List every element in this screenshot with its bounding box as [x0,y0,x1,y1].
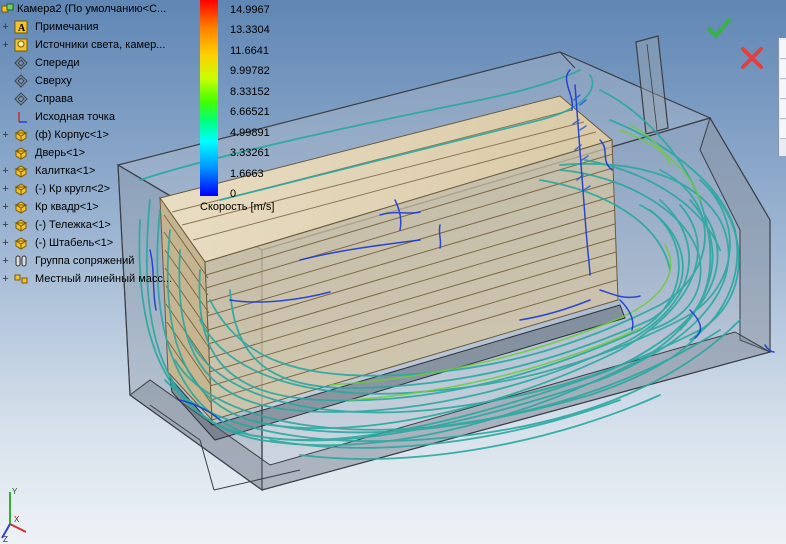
tree-item[interactable]: Исходная точка [0,108,200,126]
tree-item[interactable]: + Группа сопряжений [0,252,200,270]
expand-plus-icon[interactable]: + [1,216,10,234]
tree-item[interactable]: + Источники света, камер... [0,36,200,54]
expand-plus-icon[interactable]: + [1,180,10,198]
task-pane-tab[interactable] [780,80,786,99]
annotations-icon: A [14,20,28,34]
tree-item[interactable]: + Кр квадр<1> [0,198,200,216]
tree-item-label: Калитка<1> [35,165,96,177]
tree-item-label: (ф) Корпус<1> [35,129,109,141]
expand-plus-icon[interactable]: + [1,162,10,180]
legend-color-bar [200,0,218,196]
tree-item[interactable]: + Местный линейный масс... [0,270,200,288]
tree-item-label: (-) Тележка<1> [35,219,111,231]
lights-icon [14,38,28,52]
coordinate-triad-icon: Y X Z [1,487,27,544]
expand-plus-icon[interactable]: + [1,234,10,252]
tree-item[interactable]: Справа [0,90,200,108]
svg-text:X: X [14,515,20,524]
part-icon [14,164,28,178]
expand-plus-icon[interactable]: + [1,270,10,288]
expand-plus-icon[interactable]: + [1,198,10,216]
tree-item-label: (-) Штабель<1> [35,237,114,249]
tree-item[interactable]: + Калитка<1> [0,162,200,180]
tree-item[interactable]: + A Примечания [0,18,200,36]
tree-item-label: Группа сопряжений [35,255,135,267]
expand-plus-icon[interactable]: + [1,18,10,36]
legend-value: 11.6641 [230,44,269,57]
part-icon [14,182,28,196]
expand-plus-icon[interactable]: + [1,252,10,270]
graphics-viewport[interactable]: Камера2 (По умолчанию<С... + A Примечания + И… [0,0,786,544]
legend-value: 14.9967 [230,4,270,16]
task-pane-tab[interactable] [780,120,786,139]
feature-tree: Камера2 (По умолчанию<С... + A Примечания + И… [0,0,200,288]
task-pane-tab[interactable] [780,100,786,119]
part-icon [14,146,28,160]
svg-text:Y: Y [12,487,18,496]
tree-root-assembly[interactable]: Камера2 (По умолчанию<С... [0,0,200,18]
tree-item[interactable]: + (-) Штабель<1> [0,234,200,252]
legend-value: 4.99891 [230,126,270,139]
pattern-icon [14,272,28,286]
legend-title: Скорость [m/s] [200,201,275,213]
velocity-legend: 14.9967 13.3304 11.6641 9.99782 8.33152 6.665… [197,0,327,220]
tree-item[interactable]: Сверху [0,72,200,90]
tree-item[interactable]: + (-) Кр кругл<2> [0,180,200,198]
mates-icon [14,254,28,268]
tree-item-label: Спереди [35,57,80,69]
tree-item-label: Исходная точка [35,111,115,123]
tree-item[interactable]: + (ф) Корпус<1> [0,126,200,144]
legend-value: 13.3304 [230,24,270,37]
tree-item-label: Примечания [35,21,99,33]
part-icon [14,200,28,214]
task-pane-tab[interactable] [780,40,786,59]
close-icon[interactable] [738,44,766,72]
tree-item[interactable]: + (-) Тележка<1> [0,216,200,234]
tree-item-label: Кр квадр<1> [35,201,99,213]
part-icon [14,218,28,232]
tree-item-label: Источники света, камер... [35,39,166,51]
part-icon [14,236,28,250]
plane-icon [14,56,28,70]
expand-plus-icon[interactable]: + [1,36,10,54]
legend-value: 6.66521 [230,106,270,119]
plane-icon [14,92,28,106]
tree-item-label: (-) Кр кругл<2> [35,183,111,195]
legend-value: 8.33152 [230,85,270,98]
origin-icon [14,110,28,124]
expand-plus-icon[interactable]: + [1,126,10,144]
tree-item-label: Сверху [35,75,72,87]
assembly-icon [1,2,15,16]
task-pane-tab[interactable] [780,60,786,79]
check-icon[interactable] [705,14,733,42]
plane-icon [14,74,28,88]
legend-value: 3.33261 [230,147,270,160]
tree-item[interactable]: Дверь<1> [0,144,200,162]
tree-item-label: Справа [35,93,73,105]
legend-value: 9.99782 [230,65,270,78]
tree-item[interactable]: Спереди [0,54,200,72]
tree-item-label: Камера2 (По умолчанию<С... [17,3,167,15]
task-pane-tabs [778,38,786,156]
part-icon [14,128,28,142]
svg-text:Z: Z [3,535,8,544]
tree-item-label: Местный линейный масс... [35,273,173,285]
svg-text:A: A [18,23,26,34]
legend-value: 0 [230,188,237,200]
legend-value: 1.6663 [230,167,264,180]
tree-item-label: Дверь<1> [35,147,86,159]
